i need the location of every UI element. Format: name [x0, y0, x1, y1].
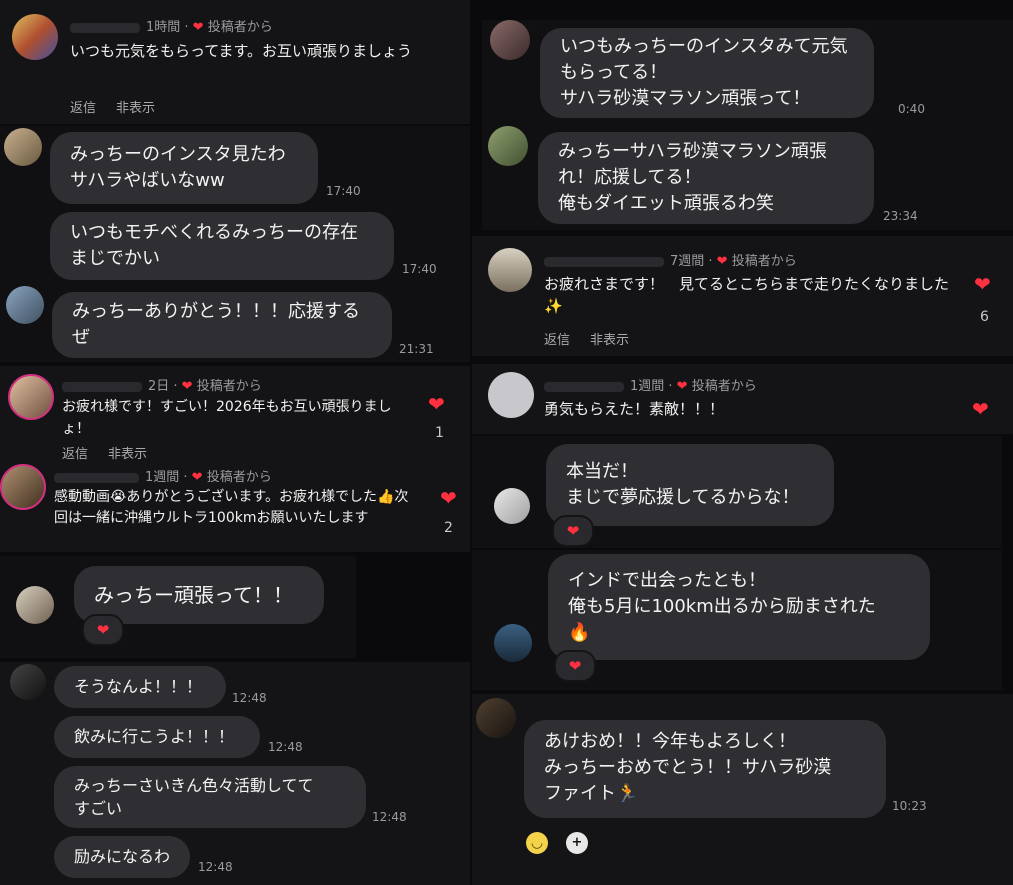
comment-meta: 1時間 · ❤ 投稿者から — [70, 16, 273, 35]
message-bubble: みっちーサハラ砂漠マラソン頑張 れ！応援してる！ 俺もダイエット頑張るわ笑 — [538, 132, 874, 224]
message-bubble: インドで出会ったとも！ 俺も5月に100km出るから励まされた 🔥 — [548, 554, 930, 660]
message-time: 0:40 — [898, 102, 925, 116]
dm-panel-8: あけおめ！！今年もよろしく！ みっちーおめでとう！！サハラ砂漠 ファイト🏃 10… — [472, 694, 1013, 885]
avatar[interactable] — [490, 20, 530, 60]
avatar[interactable] — [10, 664, 46, 700]
like-count: 6 — [980, 309, 989, 325]
message-bubble: いつもモチべくれるみっちーの存在 まじでかい — [50, 212, 394, 280]
avatar[interactable] — [4, 128, 42, 166]
comment-panel-4: 7週間 · ❤ 投稿者から お疲れさまです！ 見てるとこちらまで走りたくなりまし… — [472, 236, 1013, 356]
message-time: 17:40 — [402, 262, 437, 276]
comment-meta: 2日 · ❤ 投稿者から — [62, 375, 262, 394]
heart-icon: ❤ — [192, 20, 204, 35]
message-bubble: 飲みに行こうよ！！！ — [54, 716, 260, 758]
comment-meta: 1週間 · ❤ 投稿者から — [54, 466, 272, 485]
message-bubble: そうなんよ！！！ — [54, 666, 226, 708]
heart-icon: ❤ — [191, 470, 203, 485]
heart-reaction-icon[interactable]: ❤ — [554, 650, 596, 682]
message-time: 12:48 — [268, 740, 303, 754]
hide-button[interactable]: 非表示 — [108, 447, 147, 462]
reply-button[interactable]: 返信 — [544, 333, 570, 348]
dm-panel-3: そうなんよ！！！ 12:48 飲みに行こうよ！！！ 12:48 みっちーさいきん… — [0, 662, 470, 885]
dm-panel-6: 本当だ！ まじで夢応援してるからな！ ❤ — [472, 436, 1002, 548]
comment-text: いつも元気をもらってます。お互い頑張りましょう — [70, 42, 413, 60]
avatar[interactable] — [494, 624, 532, 662]
comment-panel-5: 1週間 · ❤ 投稿者から 勇気もらえた！素敵！！！ ❤ — [472, 364, 1013, 434]
message-time: 10:23 — [892, 799, 927, 813]
dm-panel-5: みっちーサハラ砂漠マラソン頑張 れ！応援してる！ 俺もダイエット頑張るわ笑 23… — [482, 126, 1013, 230]
reply-button[interactable]: 返信 — [62, 447, 88, 462]
avatar[interactable] — [8, 374, 54, 420]
heart-reaction-icon[interactable]: ❤ — [82, 614, 124, 646]
message-bubble: みっちーありがとう！！！応援する ぜ — [52, 292, 392, 358]
message-bubble: 本当だ！ まじで夢応援してるからな！ — [546, 444, 834, 526]
comment-text: お疲れ様です！すごい！2026年もお互い頑張りましょ！ — [62, 399, 392, 437]
comment-panel-1: 1時間 · ❤ 投稿者から いつも元気をもらってます。お互い頑張りましょう 返信… — [0, 0, 470, 124]
avatar[interactable] — [6, 286, 44, 324]
comment-meta: 1週間 · ❤ 投稿者から — [544, 375, 757, 394]
avatar[interactable] — [12, 14, 58, 60]
like-count: 1 — [435, 425, 444, 441]
heart-icon: ❤ — [716, 254, 728, 269]
heart-reaction-icon[interactable]: ❤ — [552, 515, 594, 547]
avatar[interactable] — [488, 126, 528, 166]
avatar[interactable] — [16, 586, 54, 624]
dm-panel-1: みっちーのインスタ見たわ サハラやばいなww 17:40 いつもモチべくれるみっ… — [0, 126, 470, 362]
message-bubble: あけおめ！！今年もよろしく！ みっちーおめでとう！！サハラ砂漠 ファイト🏃 — [524, 720, 886, 818]
heart-icon: ❤ — [181, 379, 193, 394]
message-bubble: いつもみっちーのインスタみて元気 もらってる！ サハラ砂漠マラソン頑張って！ — [540, 28, 874, 118]
like-heart-icon[interactable]: ❤ — [972, 399, 989, 419]
comment-actions: 返信 非表示 — [70, 97, 175, 116]
hide-button[interactable]: 非表示 — [590, 333, 629, 348]
add-reaction-icon[interactable]: + — [566, 832, 588, 854]
message-time: 12:48 — [232, 691, 267, 705]
avatar[interactable] — [494, 488, 530, 524]
comment-meta: 7週間 · ❤ 投稿者から — [544, 250, 797, 269]
comment-panel-2: 2日 · ❤ 投稿者から お疲れ様です！すごい！2026年もお互い頑張りましょ！… — [0, 366, 470, 462]
like-count: 2 — [444, 520, 453, 536]
message-bubble: みっちーのインスタ見たわ サハラやばいなww — [50, 132, 318, 204]
hide-button[interactable]: 非表示 — [116, 101, 155, 116]
comment-text: 勇気もらえた！素敵！！！ — [544, 400, 725, 418]
dm-panel-4: いつもみっちーのインスタみて元気 もらってる！ サハラ砂漠マラソン頑張って！ 0… — [482, 20, 1013, 126]
comment-text: お疲れさまです！ 見てるとこちらまで走りたくなりました✨ — [544, 275, 950, 315]
comment-text: 感動動画😭ありがとうございます。お疲れ様でした👍次回は一緒に沖縄ウルトラ100k… — [54, 489, 409, 526]
comment-actions: 返信 非表示 — [544, 329, 649, 348]
message-bubble: 励みになるわ — [54, 836, 190, 878]
reply-button[interactable]: 返信 — [70, 101, 96, 116]
message-time: 21:31 — [399, 342, 434, 356]
message-time: 12:48 — [372, 810, 407, 824]
like-heart-icon[interactable]: ❤ — [440, 488, 457, 508]
avatar[interactable] — [488, 248, 532, 292]
avatar[interactable] — [0, 464, 46, 510]
dm-panel-7: インドで出会ったとも！ 俺も5月に100km出るから励まされた 🔥 ❤ — [472, 550, 1002, 690]
comment-panel-3: 1週間 · ❤ 投稿者から 感動動画😭ありがとうございます。お疲れ様でした👍次回… — [0, 462, 470, 552]
message-time: 23:34 — [883, 209, 918, 223]
avatar[interactable] — [476, 698, 516, 738]
message-time: 12:48 — [198, 860, 233, 874]
message-bubble: みっちーさいきん色々活動してて すごい — [54, 766, 366, 828]
avatar[interactable] — [488, 372, 534, 418]
dm-panel-2: みっちー頑張って！！ ❤ — [0, 556, 356, 658]
heart-icon: ❤ — [676, 379, 688, 394]
smile-emoji-icon[interactable]: ◡ — [526, 832, 548, 854]
message-time: 17:40 — [326, 184, 361, 198]
like-heart-icon[interactable]: ❤ — [428, 394, 445, 414]
comment-actions: 返信 非表示 — [62, 443, 167, 462]
like-heart-icon[interactable]: ❤ — [974, 274, 991, 294]
